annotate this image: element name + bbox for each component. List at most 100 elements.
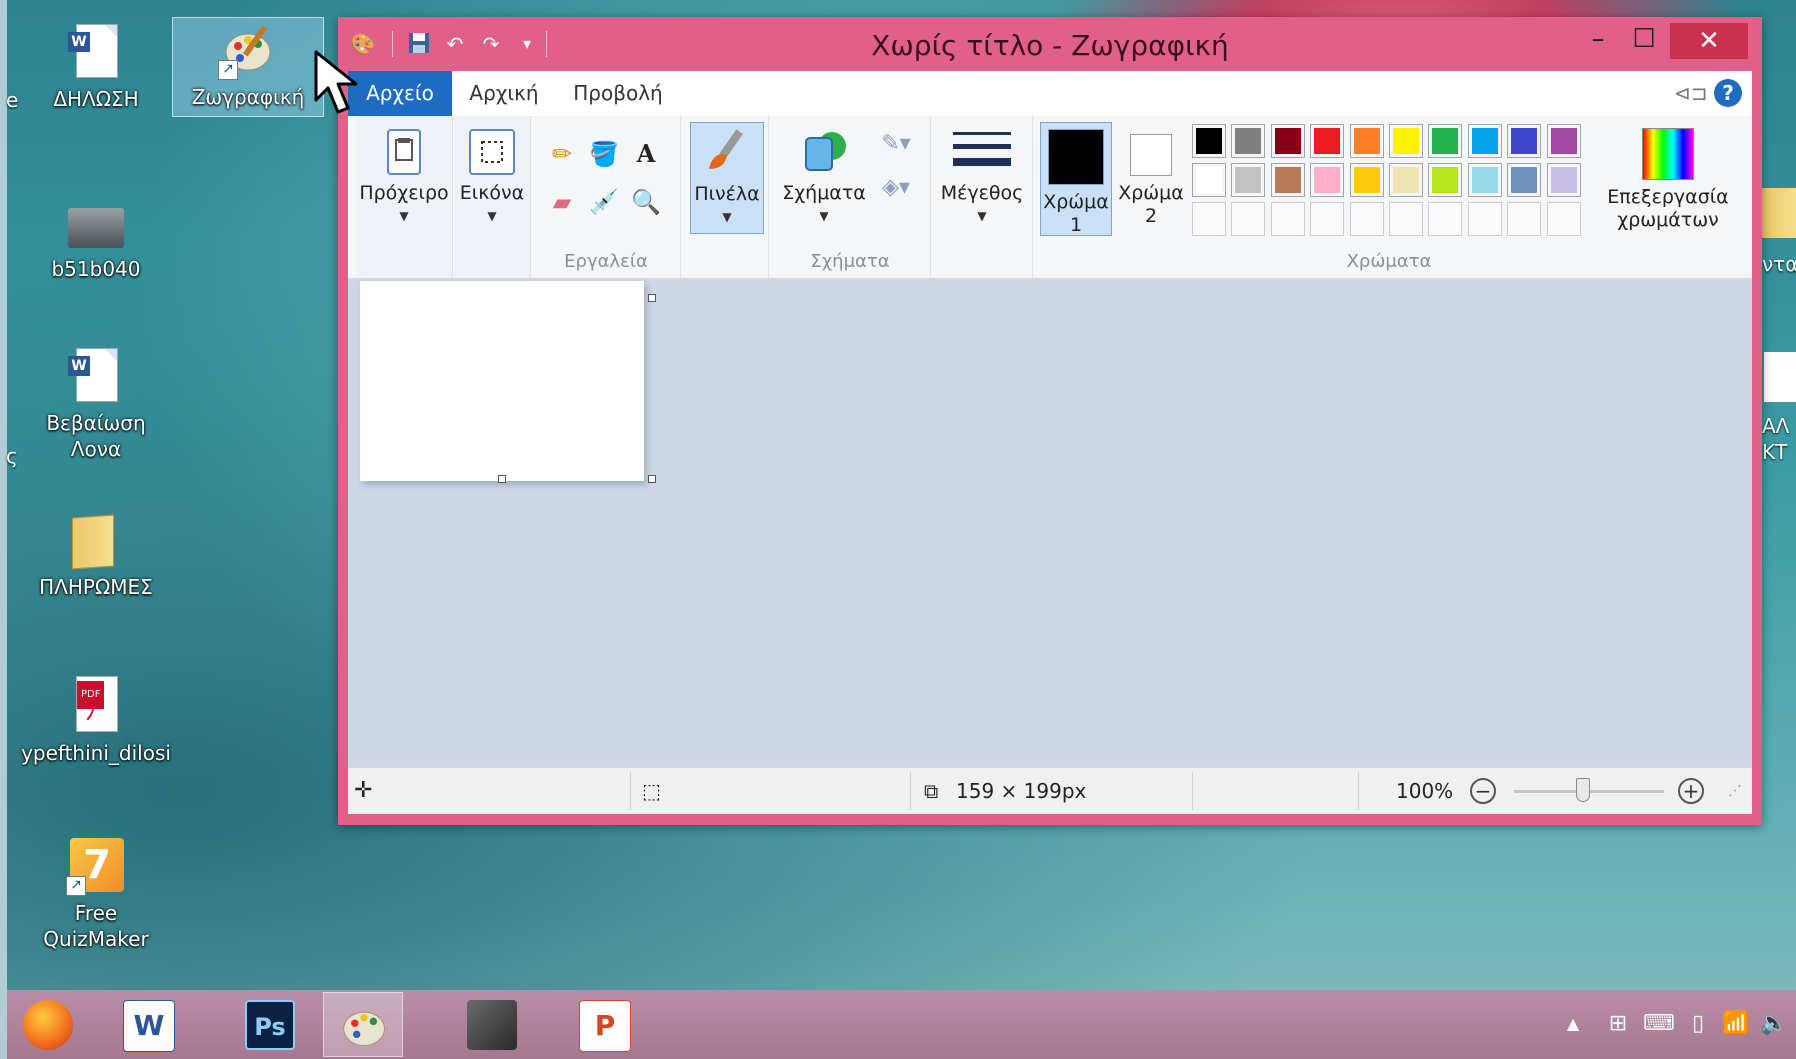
taskbar-firefox[interactable] — [7, 992, 87, 1057]
zoom-slider-thumb[interactable] — [1576, 778, 1590, 802]
desktop-icon-dilosi[interactable]: W ΔΗΛΩΣΗ — [26, 20, 166, 112]
dropdown-caret-icon: ▼ — [722, 210, 732, 224]
color-swatch[interactable] — [1467, 163, 1502, 197]
color-swatch[interactable] — [1192, 163, 1226, 197]
color-swatch[interactable] — [1467, 202, 1502, 236]
resize-handle-right[interactable] — [648, 294, 656, 302]
color-swatch[interactable] — [1428, 202, 1463, 236]
color-swatch[interactable] — [1546, 202, 1581, 236]
drawing-canvas[interactable] — [360, 281, 644, 481]
color-swatch[interactable] — [1389, 202, 1423, 236]
size-button[interactable]: Μέγεθος ▼ — [932, 122, 1032, 228]
taskbar-word[interactable]: W — [107, 992, 187, 1057]
color-swatch[interactable] — [1507, 124, 1542, 158]
fill-icon[interactable]: 🪣 — [588, 138, 620, 170]
dropdown-caret-icon: ▼ — [977, 209, 987, 223]
paint-window[interactable]: Χωρίς τίτλο - Ζωγραφική 🎨 ↶ ↷ ▾ – ☐ ✕ Αρ… — [338, 17, 1762, 825]
quizmaker-icon: 7 ↗ — [66, 834, 126, 896]
color1-button[interactable]: Χρώμα 1 — [1040, 122, 1112, 236]
maximize-button[interactable]: ☐ — [1624, 23, 1664, 59]
network-icon[interactable]: 📶 — [1721, 1010, 1751, 1038]
resize-handle-bottom[interactable] — [498, 475, 506, 483]
taskbar-paint[interactable] — [323, 992, 403, 1057]
desktop-icon-pliromes[interactable]: ΠΛΗΡΩΜΕΣ — [26, 508, 166, 600]
redo-icon[interactable]: ↷ — [478, 31, 504, 57]
clipboard-button[interactable]: Πρόχειρο ▼ — [356, 122, 452, 228]
zoom-out-button[interactable]: − — [1470, 778, 1496, 804]
edit-colors-button[interactable]: Επεξεργασία χρωμάτων — [1600, 122, 1736, 232]
desktop-icon-ypefthini[interactable]: PDF ﾉ ypefthini_dilosi — [16, 674, 176, 766]
color-swatch[interactable] — [1546, 163, 1581, 197]
color-swatch[interactable] — [1546, 124, 1581, 158]
desktop-icon-b51b040[interactable]: b51b040 — [26, 190, 166, 282]
magnifier-icon[interactable]: 🔍 — [630, 186, 662, 218]
color-swatch[interactable] — [1231, 163, 1266, 197]
image-button[interactable]: Εικόνα ▼ — [454, 122, 530, 228]
color-swatch[interactable] — [1231, 124, 1266, 158]
taskbar-powerpoint[interactable]: P — [563, 992, 643, 1057]
color-swatch[interactable] — [1389, 163, 1423, 197]
eraser-icon[interactable]: ▰ — [546, 186, 578, 218]
zoom-in-button[interactable]: + — [1678, 778, 1704, 804]
edit-colors-label-line2: χρωμάτων — [1617, 209, 1719, 231]
color-swatch[interactable] — [1270, 202, 1305, 236]
canvas-area[interactable] — [348, 279, 1752, 766]
color-picker-icon[interactable]: 💉 — [588, 186, 620, 218]
shapes-label: Σχήματα — [782, 182, 866, 204]
color-swatch[interactable] — [1192, 202, 1226, 236]
keyboard-icon[interactable]: ⌨ — [1643, 1010, 1675, 1038]
resize-handle-corner[interactable] — [648, 475, 656, 483]
text-icon[interactable]: A — [630, 138, 662, 170]
show-hidden-icons[interactable]: ▲ — [1561, 1010, 1585, 1038]
color-swatch[interactable] — [1428, 124, 1463, 158]
taskbar-snipping[interactable] — [451, 992, 531, 1057]
color-swatch[interactable] — [1310, 163, 1345, 197]
brushes-button[interactable]: Πινέλα ▼ — [690, 122, 764, 234]
color-swatch[interactable] — [1507, 163, 1542, 197]
color-swatch[interactable] — [1428, 163, 1463, 197]
taskbar-photoshop[interactable]: Ps — [229, 992, 309, 1057]
shapes-button[interactable]: Σχήματα ▼ — [774, 122, 874, 228]
line-size-icon — [953, 128, 1011, 176]
tab-home[interactable]: Αρχική — [458, 71, 550, 116]
color-swatch[interactable] — [1467, 124, 1502, 158]
fill-style-icon[interactable]: ◈▾ — [880, 172, 912, 204]
color2-button[interactable]: Χρώμα 2 — [1116, 122, 1186, 228]
desktop-icon-veveosi[interactable]: W Βεβαίωση Λονα — [26, 344, 166, 462]
outline-icon[interactable]: ✎▾ — [880, 128, 912, 160]
desktop-icon-paint[interactable]: ↗ Ζωγραφική — [172, 17, 324, 117]
color-swatch[interactable] — [1349, 163, 1384, 197]
desktop-icon-label: b51b040 — [51, 257, 141, 281]
color-swatch[interactable] — [1310, 202, 1345, 236]
color-swatch[interactable] — [1349, 202, 1384, 236]
resize-grip-icon[interactable]: ⋰ — [1728, 768, 1742, 814]
pencil-icon[interactable]: ✏ — [546, 138, 578, 170]
save-icon[interactable] — [406, 31, 432, 57]
desktop-icon-quizmaker[interactable]: 7 ↗ Free QuizMaker — [26, 834, 166, 952]
color-swatch[interactable] — [1192, 124, 1226, 158]
color-swatch[interactable] — [1270, 124, 1305, 158]
title-bar[interactable]: Χωρίς τίτλο - Ζωγραφική 🎨 ↶ ↷ ▾ – ☐ ✕ — [338, 17, 1762, 71]
desktop-icon-label: Ζωγραφική — [191, 85, 305, 109]
color-swatch[interactable] — [1389, 124, 1423, 158]
edit-colors-icon — [1642, 128, 1694, 180]
undo-icon[interactable]: ↶ — [442, 31, 468, 57]
minimize-ribbon-icon[interactable]: ⊲⊐ — [1674, 79, 1708, 107]
battery-icon[interactable]: ▯ — [1683, 1010, 1713, 1038]
minimize-button[interactable]: – — [1578, 23, 1618, 59]
snipping-tool-icon — [467, 1000, 517, 1050]
color-swatch[interactable] — [1310, 124, 1345, 158]
action-center-icon[interactable]: ⊞ — [1603, 1010, 1633, 1038]
tab-view[interactable]: Προβολή — [562, 71, 674, 116]
select-icon — [468, 128, 516, 176]
help-icon[interactable]: ? — [1714, 79, 1742, 107]
edit-colors-label-line1: Επεξεργασία — [1607, 186, 1729, 208]
color-swatch[interactable] — [1231, 202, 1266, 236]
color-swatch[interactable] — [1270, 163, 1305, 197]
close-button[interactable]: ✕ — [1670, 23, 1748, 59]
qat-customize-icon[interactable]: ▾ — [514, 31, 540, 57]
color-swatch[interactable] — [1349, 124, 1384, 158]
color-swatch[interactable] — [1507, 202, 1542, 236]
volume-icon[interactable]: 🔈 — [1759, 1010, 1789, 1038]
dropdown-caret-icon: ▼ — [487, 209, 497, 223]
